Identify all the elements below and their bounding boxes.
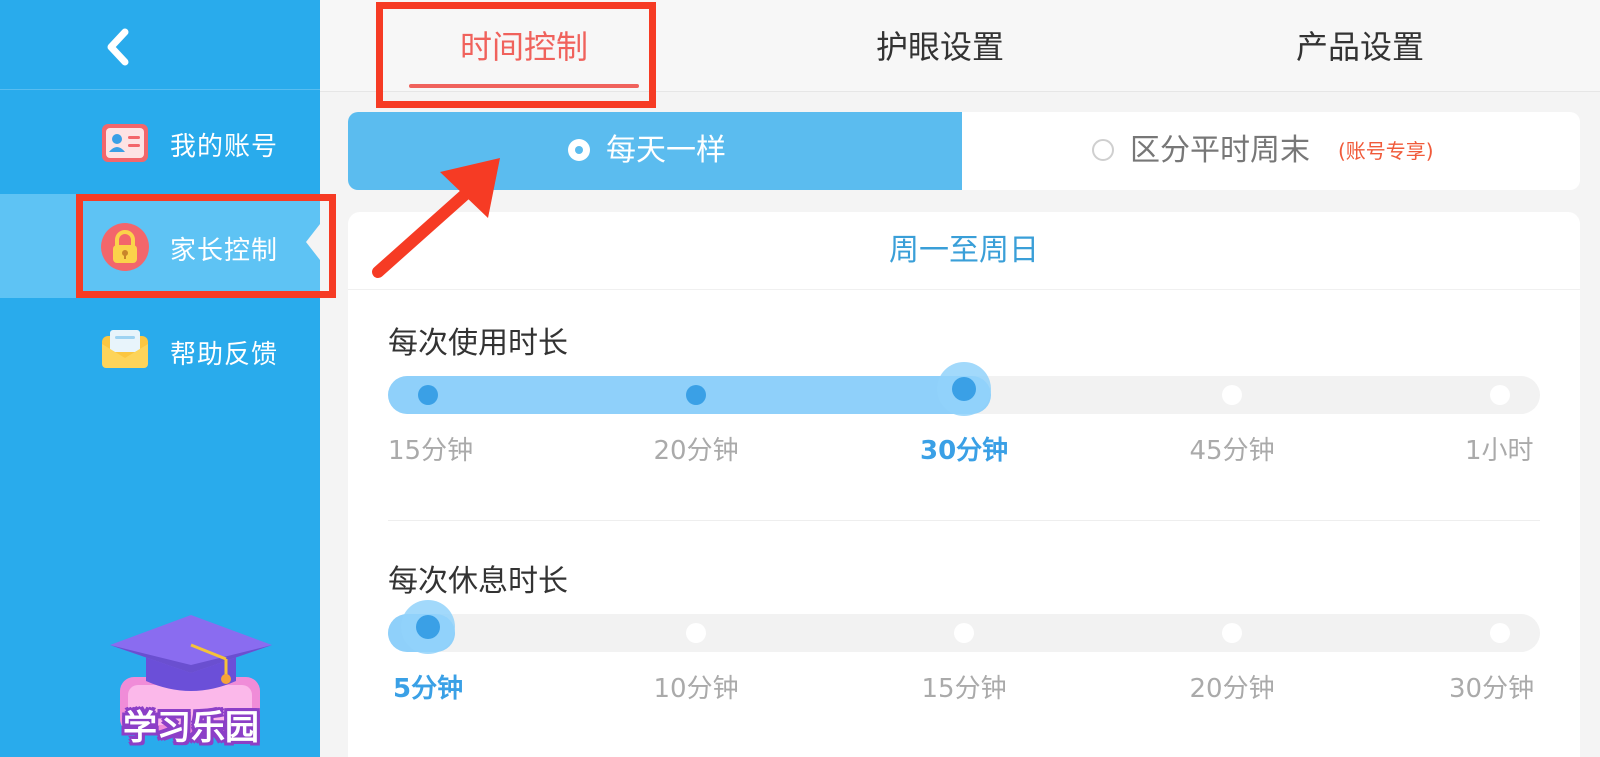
section-divider bbox=[388, 520, 1540, 521]
schedule-card: 周一至周日 每次使用时长 15分钟 20分钟 30分钟 45分钟 1小时 每次休息时长 … bbox=[348, 212, 1580, 757]
slider-tick-label[interactable]: 20分钟 bbox=[1190, 668, 1275, 705]
slider-tick-label[interactable]: 15分钟 bbox=[922, 668, 1007, 705]
main-panel: 时间控制 护眼设置 产品设置 每天一样 区分平时周末 (账号专享) 周一至周日 … bbox=[320, 0, 1600, 757]
slider-tick-label[interactable]: 30分钟 bbox=[920, 430, 1008, 467]
promo-label: 学习乐园 bbox=[123, 708, 259, 748]
tab-eye-protection[interactable]: 护眼设置 bbox=[820, 0, 1060, 92]
slider-step-dot[interactable] bbox=[686, 385, 706, 405]
mode-weekday-weekend[interactable]: 区分平时周末 (账号专享) bbox=[962, 112, 1580, 190]
slider-tick-label[interactable]: 5分钟 bbox=[393, 668, 463, 705]
slider-tick-label[interactable]: 15分钟 bbox=[388, 430, 473, 467]
annotation-arrow-icon bbox=[372, 158, 500, 278]
highlight-box-tab bbox=[376, 2, 656, 108]
tab-product-settings[interactable]: 产品设置 bbox=[1240, 0, 1480, 92]
mode-label: 每天一样 bbox=[606, 133, 726, 168]
usage-duration-title: 每次使用时长 bbox=[388, 326, 568, 361]
app-window: 我的账号 家长控制 帮助反馈 学习乐园 时间控制 护眼设置 产品设置 每天一样 … bbox=[0, 0, 1600, 757]
sidebar-item-help-feedback[interactable]: 帮助反馈 bbox=[0, 298, 320, 402]
schedule-header: 周一至周日 bbox=[348, 212, 1580, 290]
radio-selected-icon bbox=[568, 139, 590, 161]
slider-step-dot[interactable] bbox=[1490, 385, 1510, 405]
sidebar-item-my-account[interactable]: 我的账号 bbox=[0, 90, 320, 194]
slider-step-dot[interactable] bbox=[686, 623, 706, 643]
slider-step-dot[interactable] bbox=[954, 623, 974, 643]
back-button[interactable] bbox=[95, 22, 145, 72]
chevron-left-icon bbox=[107, 28, 129, 66]
slider-tick-label[interactable]: 30分钟 bbox=[1449, 668, 1534, 705]
slider-tick-label[interactable]: 20分钟 bbox=[654, 430, 739, 467]
slider-step-dot[interactable] bbox=[1490, 623, 1510, 643]
usage-duration-slider[interactable] bbox=[388, 362, 1540, 416]
id-card-icon bbox=[100, 118, 150, 168]
slider-step-dot[interactable] bbox=[418, 385, 438, 405]
sidebar-item-label: 帮助反馈 bbox=[170, 340, 279, 370]
slider-tick-label[interactable]: 45分钟 bbox=[1190, 430, 1275, 467]
slider-thumb[interactable] bbox=[937, 362, 991, 416]
radio-unselected-icon bbox=[1092, 139, 1114, 161]
rest-duration-slider[interactable] bbox=[388, 600, 1540, 654]
learning-park-promo[interactable]: 学习乐园 bbox=[106, 615, 276, 757]
sidebar: 我的账号 家长控制 帮助反馈 学习乐园 bbox=[0, 0, 320, 757]
mode-selector: 每天一样 区分平时周末 (账号专享) bbox=[348, 112, 1580, 190]
slider-step-dot[interactable] bbox=[1222, 385, 1242, 405]
sidebar-item-label: 我的账号 bbox=[170, 132, 279, 162]
highlight-box-parental-control bbox=[76, 194, 336, 298]
envelope-icon bbox=[100, 326, 150, 376]
slider-thumb[interactable] bbox=[401, 600, 455, 654]
slider-tick-label[interactable]: 10分钟 bbox=[654, 668, 739, 705]
mode-label: 区分平时周末 bbox=[1130, 133, 1310, 168]
slider-step-dot[interactable] bbox=[1222, 623, 1242, 643]
slider-tick-label[interactable]: 1小时 bbox=[1465, 430, 1534, 467]
account-exclusive-badge: (账号专享) bbox=[1338, 139, 1434, 163]
rest-duration-title: 每次休息时长 bbox=[388, 564, 568, 599]
